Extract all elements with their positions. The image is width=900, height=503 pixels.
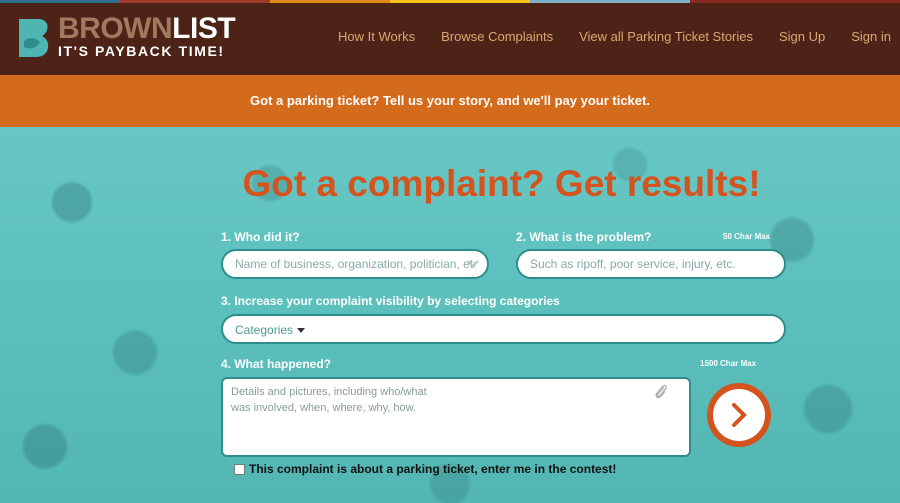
brand-tagline: IT'S PAYBACK TIME! [58,43,225,59]
chevron-right-icon [732,403,747,427]
who-field[interactable] [221,249,489,279]
happened-char-max: 1500 Char Max [700,359,757,368]
categories-label: 3. Increase your complaint visibility by… [221,294,560,308]
paperclip-icon[interactable] [653,383,669,401]
caret-down-icon [297,328,306,334]
happened-label: 4. What happened? [221,357,332,371]
contest-checkbox[interactable] [234,463,245,475]
problem-label: 2. What is the problem? [516,230,652,244]
categories-text: Categories [235,323,294,337]
chevron-down-icon[interactable] [467,257,479,269]
nav-sign-up[interactable]: Sign Up [779,29,825,44]
who-input[interactable] [223,251,487,277]
happened-textarea[interactable] [223,379,689,455]
site-header: BROWNLIST IT'S PAYBACK TIME! How It Work… [0,3,900,75]
main-nav: How It Works Browse Complaints View all … [338,29,891,44]
promo-banner-text: Got a parking ticket? Tell us your story… [250,93,650,108]
categories-value: Categories [235,323,306,337]
problem-input[interactable] [518,251,784,277]
categories-dropdown[interactable]: Categories [221,314,786,344]
page-title: Got a complaint? Get results! [242,163,761,204]
contest-label: This complaint is about a parking ticket… [249,462,617,476]
nav-sign-in[interactable]: Sign in [851,29,891,44]
happened-field[interactable] [221,377,691,457]
contest-option[interactable]: This complaint is about a parking ticket… [234,462,616,476]
nav-how-it-works[interactable]: How It Works [338,29,415,44]
logo-b-icon [19,19,49,57]
brand-word-list: LIST [172,12,236,45]
brand-logo[interactable]: BROWNLIST IT'S PAYBACK TIME! [16,12,246,65]
problem-field[interactable] [516,249,786,279]
who-label: 1. Who did it? [221,230,300,244]
brand-word-brown: BROWN [58,12,173,45]
brand-wordmark: BROWNLIST [58,12,236,45]
promo-banner: Got a parking ticket? Tell us your story… [0,75,900,127]
complaint-hero: Got a complaint? Get results! 1. Who did… [0,127,900,503]
nav-browse-complaints[interactable]: Browse Complaints [441,29,553,44]
submit-button[interactable] [707,383,771,447]
nav-parking-ticket-stories[interactable]: View all Parking Ticket Stories [579,29,753,44]
problem-char-max: 50 Char Max [723,232,771,241]
submit-button-inner [713,389,765,441]
